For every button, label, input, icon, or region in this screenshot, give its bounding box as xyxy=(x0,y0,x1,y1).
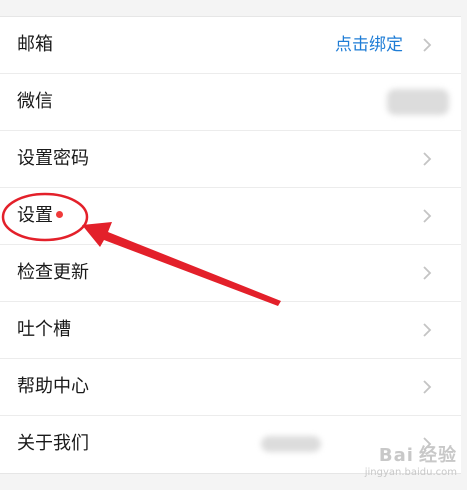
settings-row-wechat[interactable]: 微信 xyxy=(0,74,461,131)
settings-row-settings[interactable]: 设置 xyxy=(0,188,461,245)
chevron-right-icon xyxy=(423,152,432,166)
bind-email-link[interactable]: 点击绑定 xyxy=(335,34,403,56)
settings-row-set-password[interactable]: 设置密码 xyxy=(0,131,461,188)
row-label-set-password: 设置密码 xyxy=(17,148,89,169)
red-dot-badge xyxy=(56,211,63,218)
settings-row-feedback[interactable]: 吐个槽 xyxy=(0,302,461,359)
chevron-right-icon xyxy=(423,209,432,223)
row-label-about-us: 关于我们 xyxy=(17,433,89,454)
settings-screen: 邮箱 点击绑定 微信 设置密码 设置 检查更新 吐个槽 帮助中心 关于我们 Ba… xyxy=(0,0,467,490)
settings-row-help-center[interactable]: 帮助中心 xyxy=(0,359,461,416)
watermark-url: jingyan.baidu.com xyxy=(364,467,457,478)
chevron-right-icon xyxy=(423,38,432,52)
row-label-settings-text: 设置 xyxy=(17,205,53,226)
settings-row-check-update[interactable]: 检查更新 xyxy=(0,245,461,302)
watermark-main: Bai 经验 xyxy=(378,445,457,466)
baidu-jingyan-watermark: Bai 经验 jingyan.baidu.com xyxy=(365,441,457,478)
row-label-settings: 设置 xyxy=(17,205,63,227)
row-label-help-center: 帮助中心 xyxy=(17,376,89,397)
chevron-right-icon xyxy=(423,266,432,280)
row-label-wechat: 微信 xyxy=(17,91,53,112)
chevron-right-icon xyxy=(423,323,432,337)
settings-row-email[interactable]: 邮箱 点击绑定 xyxy=(0,17,461,74)
settings-list: 邮箱 点击绑定 微信 设置密码 设置 检查更新 吐个槽 帮助中心 关于我们 xyxy=(0,16,461,474)
blurred-wechat-value xyxy=(387,89,449,115)
chevron-right-icon xyxy=(423,380,432,394)
row-label-email: 邮箱 xyxy=(17,34,53,55)
blurred-version-value xyxy=(261,436,321,452)
row-label-check-update: 检查更新 xyxy=(17,262,89,283)
row-label-feedback: 吐个槽 xyxy=(17,319,71,340)
